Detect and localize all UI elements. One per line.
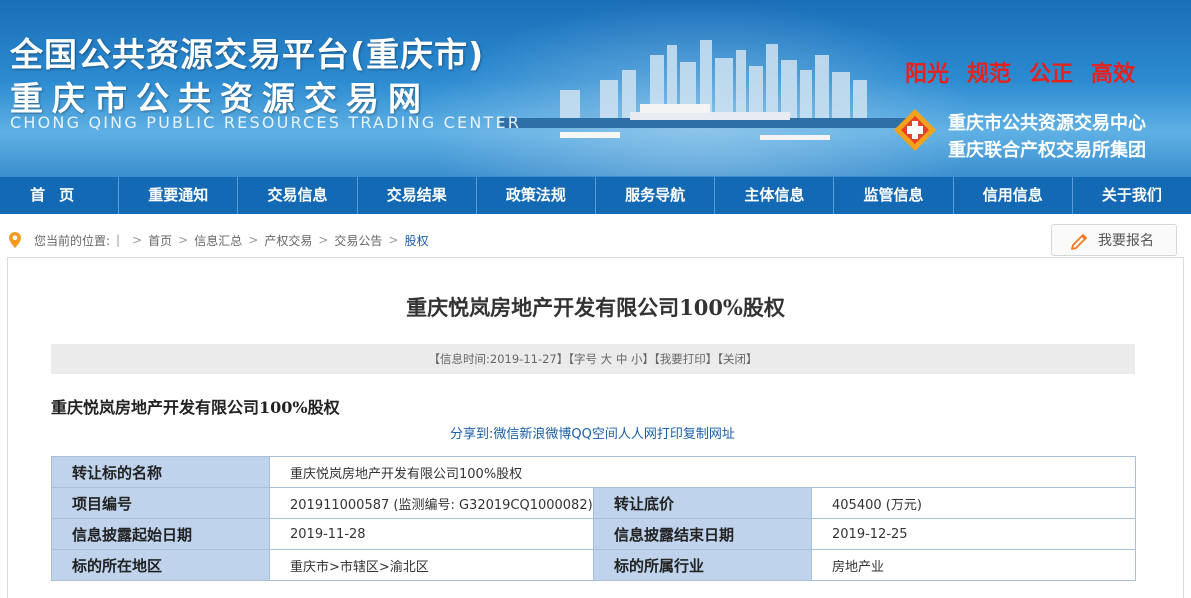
table-value: 2019-12-25 xyxy=(810,518,1137,550)
share-weibo[interactable]: 新浪微博 xyxy=(519,427,571,442)
nav-item-home[interactable]: 首页 xyxy=(0,177,120,214)
font-size-large[interactable]: 大 xyxy=(601,352,613,366)
table-label: 转让标的名称 xyxy=(51,456,270,488)
breadcrumb-separator: > xyxy=(178,233,189,247)
share-qzone[interactable]: QQ空间 xyxy=(571,427,617,442)
nav-item-about[interactable]: 关于我们 xyxy=(1073,177,1191,214)
org-name-2: 重庆联合产权交易所集团 xyxy=(948,140,1146,161)
site-banner: 全国公共资源交易平台(重庆市) 重庆市公共资源交易网 CHONG QING PU… xyxy=(0,0,1191,176)
slogan-word: 阳光 xyxy=(905,62,950,87)
nav-item-trade-results[interactable]: 交易结果 xyxy=(358,177,477,214)
project-info-table: 转让标的名称 重庆悦岚房地产开发有限公司100%股权 项目编号 20191100… xyxy=(51,456,1137,581)
slogan-word: 规范 xyxy=(967,62,1012,87)
breadcrumb-announcements[interactable]: 交易公告 xyxy=(334,232,382,249)
share-label: 分享到: xyxy=(450,427,494,442)
table-value: 405400 (万元) xyxy=(810,487,1137,519)
org-name-1: 重庆市公共资源交易中心 xyxy=(948,113,1146,134)
article-title: 重庆悦岚房地产开发有限公司100%股权 xyxy=(406,295,785,320)
location-pin-icon xyxy=(9,232,21,248)
share-renren[interactable]: 人人网 xyxy=(618,427,657,442)
breadcrumb-separator: > xyxy=(248,233,259,247)
share-print[interactable]: 打印 xyxy=(657,427,683,442)
breadcrumb-summary[interactable]: 信息汇总 xyxy=(194,232,242,249)
share-bar: 分享到:微信新浪微博QQ空间人人网打印复制网址 xyxy=(450,423,735,442)
share-wechat[interactable]: 微信 xyxy=(493,427,519,442)
info-time-label: 【信息时间: xyxy=(428,352,490,366)
table-label: 信息披露结束日期 xyxy=(593,518,812,550)
print-link[interactable]: 】【我要打印 xyxy=(642,352,705,366)
breadcrumb-prefix: 您当前的位置: xyxy=(34,233,111,248)
breadcrumb-separator: > xyxy=(388,233,399,247)
info-date: 2019-11-27 xyxy=(489,352,557,366)
signup-label: 我要报名 xyxy=(1098,233,1154,249)
breadcrumb-current[interactable]: 股权 xyxy=(404,232,428,249)
table-row: 信息披露起始日期 2019-11-28 信息披露结束日期 2019-12-25 xyxy=(51,518,1137,550)
breadcrumb-property-trade[interactable]: 产权交易 xyxy=(264,232,312,249)
table-row: 项目编号 201911000587 (监测编号: G32019CQ1000082… xyxy=(51,487,1137,519)
table-value: 重庆悦岚房地产开发有限公司100%股权 xyxy=(268,456,1137,488)
nav-item-policies[interactable]: 政策法规 xyxy=(477,177,597,214)
slogan-word: 公正 xyxy=(1029,62,1074,87)
article-info-bar: 【信息时间:2019-11-27】【字号 大 中 小】【我要打印】【关闭】 xyxy=(51,344,1135,374)
close-link[interactable]: 】【关闭】 xyxy=(706,352,758,366)
font-size-medium[interactable]: 中 xyxy=(616,352,628,366)
article-subtitle: 重庆悦岚房地产开发有限公司100%股权 xyxy=(51,398,340,417)
table-value: 2019-11-28 xyxy=(269,518,594,550)
breadcrumb-home[interactable]: 首页 xyxy=(148,232,172,249)
table-label: 信息披露起始日期 xyxy=(51,518,270,550)
breadcrumb-separator: | xyxy=(116,233,121,247)
nav-item-service-guide[interactable]: 服务导航 xyxy=(596,177,716,214)
table-row: 标的所在地区 重庆市>市辖区>渝北区 标的所属行业 房地产业 xyxy=(51,549,1137,581)
slogan: 阳光 规范 公正 高效 xyxy=(905,56,1153,88)
table-label: 转让底价 xyxy=(593,487,812,519)
center-logo-icon xyxy=(894,109,936,151)
nav-item-notices[interactable]: 重要通知 xyxy=(119,177,239,214)
table-value: 房地产业 xyxy=(810,549,1137,581)
table-value: 重庆市>市辖区>渝北区 xyxy=(269,549,594,581)
nav-item-trade-info[interactable]: 交易信息 xyxy=(238,177,358,214)
breadcrumb-separator: > xyxy=(318,233,329,247)
site-title-english: CHONG QING PUBLIC RESOURCES TRADING CENT… xyxy=(10,113,522,132)
breadcrumb: 您当前的位置: | > 首页 > 信息汇总 > 产权交易 > 交易公告 > 股权 xyxy=(0,228,428,252)
table-value: 201911000587 (监测编号: G32019CQ1000082) xyxy=(269,487,594,519)
platform-title: 全国公共资源交易平台(重庆市) xyxy=(10,35,485,74)
signup-button[interactable]: 我要报名 xyxy=(1051,224,1177,256)
table-label: 标的所属行业 xyxy=(593,549,812,581)
breadcrumb-separator: > xyxy=(132,233,143,247)
nav-item-credit[interactable]: 信用信息 xyxy=(954,177,1073,214)
share-copy-url[interactable]: 复制网址 xyxy=(683,427,735,442)
nav-item-supervision[interactable]: 监管信息 xyxy=(834,177,954,214)
table-label: 标的所在地区 xyxy=(51,549,270,581)
nav-item-entity-info[interactable]: 主体信息 xyxy=(715,177,835,214)
main-nav: 首页 重要通知 交易信息 交易结果 政策法规 服务导航 主体信息 监管信息 信用… xyxy=(0,176,1191,214)
pencil-icon xyxy=(1071,234,1087,250)
table-label: 项目编号 xyxy=(51,487,270,519)
font-size-small[interactable]: 小 xyxy=(631,352,643,366)
font-size-label: 】【字号 xyxy=(556,352,597,366)
table-row: 转让标的名称 重庆悦岚房地产开发有限公司100%股权 xyxy=(51,456,1137,488)
slogan-word: 高效 xyxy=(1091,62,1136,87)
